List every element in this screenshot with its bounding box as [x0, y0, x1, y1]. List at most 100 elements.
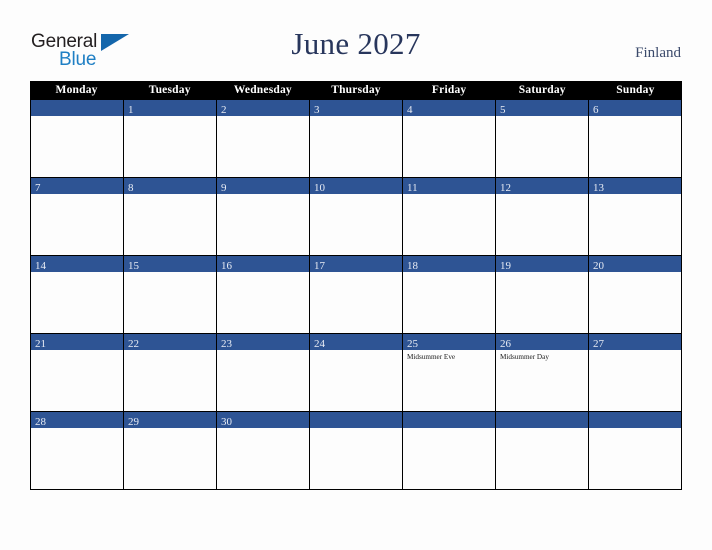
day-number-bar: 25 — [403, 334, 495, 350]
day-number-bar: 30 — [217, 412, 309, 428]
calendar-day-cell[interactable]: 8 — [124, 178, 217, 255]
calendar-day-cell[interactable]: 25 Midsummer Eve — [403, 334, 496, 411]
day-number: 15 — [128, 260, 139, 272]
day-number-bar: 20 — [589, 256, 681, 272]
calendar-day-cell[interactable]: 20 — [589, 256, 682, 333]
calendar-page: General Blue June 2027 Finland Monday Tue… — [0, 0, 712, 550]
calendar-day-cell[interactable]: 4 — [403, 100, 496, 177]
day-events — [310, 350, 402, 353]
calendar-day-cell[interactable]: 11 — [403, 178, 496, 255]
calendar-day-cell[interactable]: 14 — [31, 256, 124, 333]
day-number: 30 — [221, 416, 232, 428]
day-events — [217, 272, 309, 275]
weekday-header-sunday: Sunday — [616, 84, 655, 96]
day-events — [124, 116, 216, 119]
day-number: 5 — [500, 104, 506, 116]
day-number: 11 — [407, 182, 418, 194]
calendar-day-cell[interactable]: 15 — [124, 256, 217, 333]
day-events — [496, 272, 588, 275]
calendar-day-cell[interactable]: 22 — [124, 334, 217, 411]
day-number-bar: 26 — [496, 334, 588, 350]
calendar-day-cell[interactable]: 9 — [217, 178, 310, 255]
calendar-day-cell[interactable]: 12 — [496, 178, 589, 255]
day-number: 3 — [314, 104, 320, 116]
day-number-bar: 27 — [589, 334, 681, 350]
weekday-header-friday: Friday — [431, 84, 467, 96]
calendar-day-cell[interactable]: 19 — [496, 256, 589, 333]
day-events — [217, 116, 309, 119]
day-events — [403, 272, 495, 275]
day-number: 1 — [128, 104, 134, 116]
calendar-day-cell[interactable]: 30 — [217, 412, 310, 489]
calendar-week-row: 7 8 9 10 11 12 13 — [30, 178, 682, 256]
day-number-bar: 12 — [496, 178, 588, 194]
day-number-bar: 5 — [496, 100, 588, 116]
calendar-week-row: 28 29 30 — [30, 412, 682, 490]
calendar-day-cell[interactable] — [31, 100, 124, 177]
day-events: Midsummer Eve — [403, 350, 495, 362]
day-number: 19 — [500, 260, 511, 272]
calendar-day-cell[interactable]: 16 — [217, 256, 310, 333]
day-number: 25 — [407, 338, 418, 350]
day-number: 28 — [35, 416, 46, 428]
calendar-day-cell[interactable]: 1 — [124, 100, 217, 177]
day-number-bar: 9 — [217, 178, 309, 194]
calendar-day-cell[interactable] — [589, 412, 682, 489]
day-number-bar: 2 — [217, 100, 309, 116]
calendar-day-cell[interactable]: 13 — [589, 178, 682, 255]
calendar-day-cell[interactable]: 29 — [124, 412, 217, 489]
day-number-bar — [310, 412, 402, 428]
day-number-bar — [31, 100, 123, 116]
day-number-bar: 13 — [589, 178, 681, 194]
calendar-day-cell[interactable]: 26 Midsummer Day — [496, 334, 589, 411]
calendar-day-cell[interactable]: 28 — [31, 412, 124, 489]
day-events — [31, 272, 123, 275]
calendar-day-cell[interactable]: 18 — [403, 256, 496, 333]
day-events — [31, 116, 123, 119]
calendar-week-row: 14 15 16 17 18 19 20 — [30, 256, 682, 334]
day-number: 26 — [500, 338, 511, 350]
day-events — [31, 428, 123, 431]
calendar-day-cell[interactable]: 27 — [589, 334, 682, 411]
day-events — [589, 272, 681, 275]
day-number-bar: 29 — [124, 412, 216, 428]
day-number-bar: 24 — [310, 334, 402, 350]
day-events — [310, 272, 402, 275]
calendar-day-cell[interactable] — [403, 412, 496, 489]
day-events — [31, 350, 123, 353]
day-number: 14 — [35, 260, 46, 272]
calendar-day-cell[interactable] — [496, 412, 589, 489]
day-number: 13 — [593, 182, 604, 194]
calendar-week-row: 1 2 3 4 5 6 — [30, 100, 682, 178]
calendar-day-cell[interactable]: 5 — [496, 100, 589, 177]
day-number: 17 — [314, 260, 325, 272]
day-number: 22 — [128, 338, 139, 350]
calendar-day-cell[interactable]: 24 — [310, 334, 403, 411]
calendar-day-cell[interactable]: 10 — [310, 178, 403, 255]
day-number-bar — [589, 412, 681, 428]
day-number-bar: 3 — [310, 100, 402, 116]
day-events — [589, 350, 681, 353]
holiday-event-label: Midsummer Day — [500, 353, 549, 361]
weekday-header-thursday: Thursday — [331, 84, 381, 96]
calendar-day-cell[interactable]: 6 — [589, 100, 682, 177]
calendar-day-cell[interactable]: 23 — [217, 334, 310, 411]
day-number-bar: 1 — [124, 100, 216, 116]
calendar-day-cell[interactable]: 7 — [31, 178, 124, 255]
calendar-day-cell[interactable]: 3 — [310, 100, 403, 177]
weekday-header-row: Monday Tuesday Wednesday Thursday Friday Satu… — [30, 81, 682, 100]
day-number: 16 — [221, 260, 232, 272]
day-number-bar: 8 — [124, 178, 216, 194]
day-events — [217, 350, 309, 353]
day-number: 27 — [593, 338, 604, 350]
day-number-bar: 21 — [31, 334, 123, 350]
calendar-day-cell[interactable]: 17 — [310, 256, 403, 333]
day-number: 4 — [407, 104, 413, 116]
calendar-day-cell[interactable] — [310, 412, 403, 489]
calendar-day-cell[interactable]: 2 — [217, 100, 310, 177]
weekday-header-monday: Monday — [55, 84, 98, 96]
calendar-week-row: 21 22 23 24 25 Midsummer Eve 26 Midsummer Day 27 — [30, 334, 682, 412]
calendar-day-cell[interactable]: 21 — [31, 334, 124, 411]
weekday-header-tuesday: Tuesday — [148, 84, 191, 96]
day-number-bar: 11 — [403, 178, 495, 194]
